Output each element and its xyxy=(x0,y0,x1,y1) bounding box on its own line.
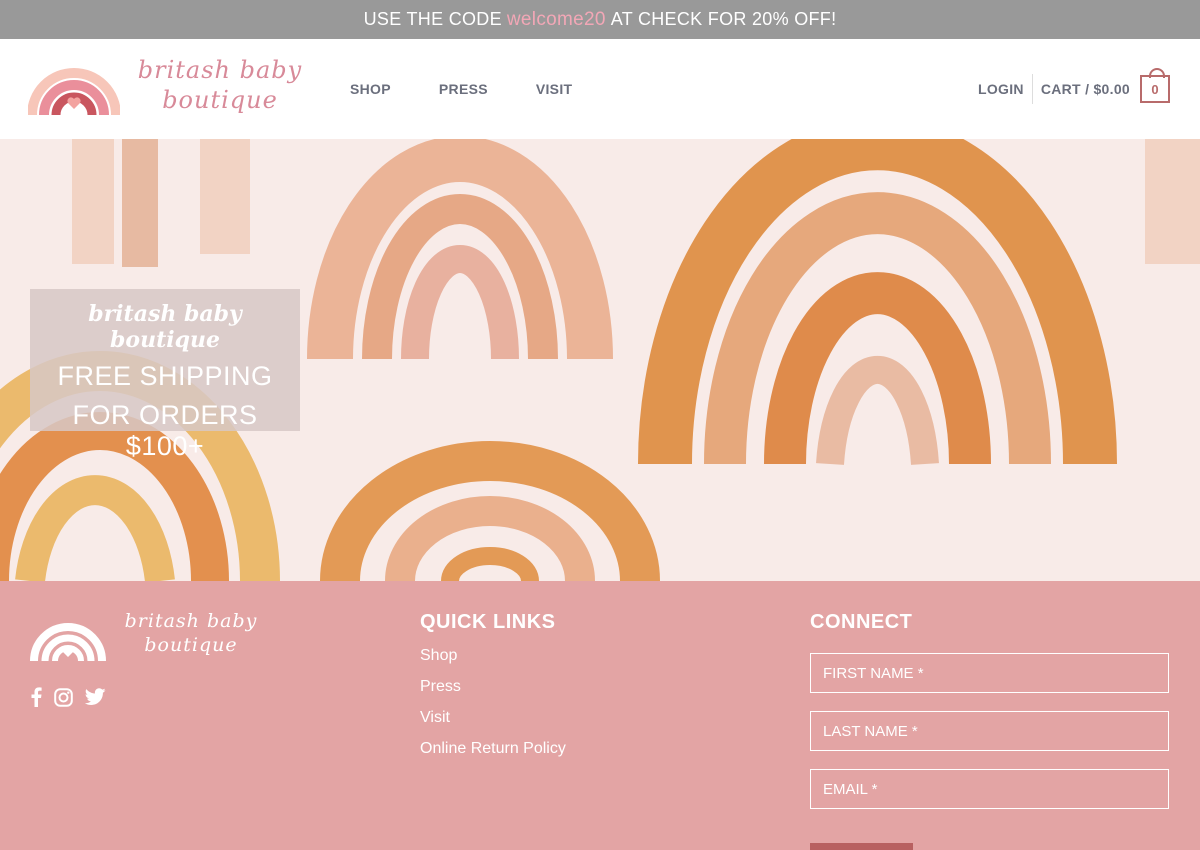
rainbow-logo-icon xyxy=(28,68,120,116)
nav-shop[interactable]: SHOP xyxy=(350,81,391,97)
site-header: britash baby boutique SHOP PRESS VISIT L… xyxy=(0,39,1200,139)
main-nav: SHOP PRESS VISIT xyxy=(350,39,620,139)
first-name-field[interactable] xyxy=(810,653,1169,693)
footer-link-shop[interactable]: Shop xyxy=(420,647,566,678)
rainbow-logo-icon xyxy=(30,623,106,662)
nav-divider xyxy=(1031,74,1033,104)
footer-link-return-policy[interactable]: Online Return Policy xyxy=(420,740,566,771)
footer-logo-text: britash baby boutique xyxy=(106,609,276,657)
hero-line1: FREE SHIPPING xyxy=(57,361,273,391)
last-name-field[interactable] xyxy=(810,711,1169,751)
footer-logo-line2: boutique xyxy=(144,634,238,656)
connect-title: CONNECT xyxy=(810,611,913,633)
login-link[interactable]: LOGIN xyxy=(978,81,1024,97)
footer-logo-line1: britash baby xyxy=(124,610,258,632)
quick-links-list: Shop Press Visit Online Return Policy xyxy=(420,647,566,771)
account-nav: LOGIN CART / $0.00 0 xyxy=(978,39,1170,139)
logo-text-line1: britash baby xyxy=(137,56,303,84)
hero-brand: britash baby boutique xyxy=(88,301,242,353)
quick-links-title: QUICK LINKS xyxy=(420,611,556,633)
logo-text: britash baby boutique xyxy=(120,55,320,115)
twitter-icon[interactable] xyxy=(84,688,106,711)
social-links xyxy=(30,687,106,712)
free-shipping-card: britash baby boutique FREE SHIPPING FOR … xyxy=(30,289,300,461)
promo-code: welcome20 xyxy=(506,8,606,30)
cart-count: 0 xyxy=(1151,81,1159,97)
hero-banner[interactable]: britash baby boutique FREE SHIPPING FOR … xyxy=(0,139,1200,581)
submit-button[interactable] xyxy=(810,843,913,850)
footer-link-visit[interactable]: Visit xyxy=(420,709,566,740)
promo-bar: USE THE CODE welcome20 AT CHECK FOR 20% … xyxy=(0,0,1200,39)
cart-link[interactable]: CART / $0.00 xyxy=(1041,81,1130,97)
facebook-icon[interactable] xyxy=(30,687,42,712)
cart-bag-icon[interactable]: 0 xyxy=(1140,68,1170,103)
nav-press[interactable]: PRESS xyxy=(439,81,488,97)
email-field[interactable] xyxy=(810,769,1169,809)
site-logo[interactable]: britash baby boutique xyxy=(28,53,318,125)
logo-text-line2: boutique xyxy=(162,86,278,114)
site-footer: britash baby boutique QUICK LINKS Shop P… xyxy=(0,581,1200,850)
footer-link-press[interactable]: Press xyxy=(420,678,566,709)
hero-line2: FOR ORDERS $100+ xyxy=(72,400,258,461)
footer-logo[interactable]: britash baby boutique xyxy=(30,609,280,669)
promo-suffix: AT CHECK FOR 20% OFF! xyxy=(610,9,837,29)
nav-visit[interactable]: VISIT xyxy=(536,81,573,97)
promo-prefix: USE THE CODE xyxy=(363,9,502,29)
instagram-icon[interactable] xyxy=(54,687,73,712)
